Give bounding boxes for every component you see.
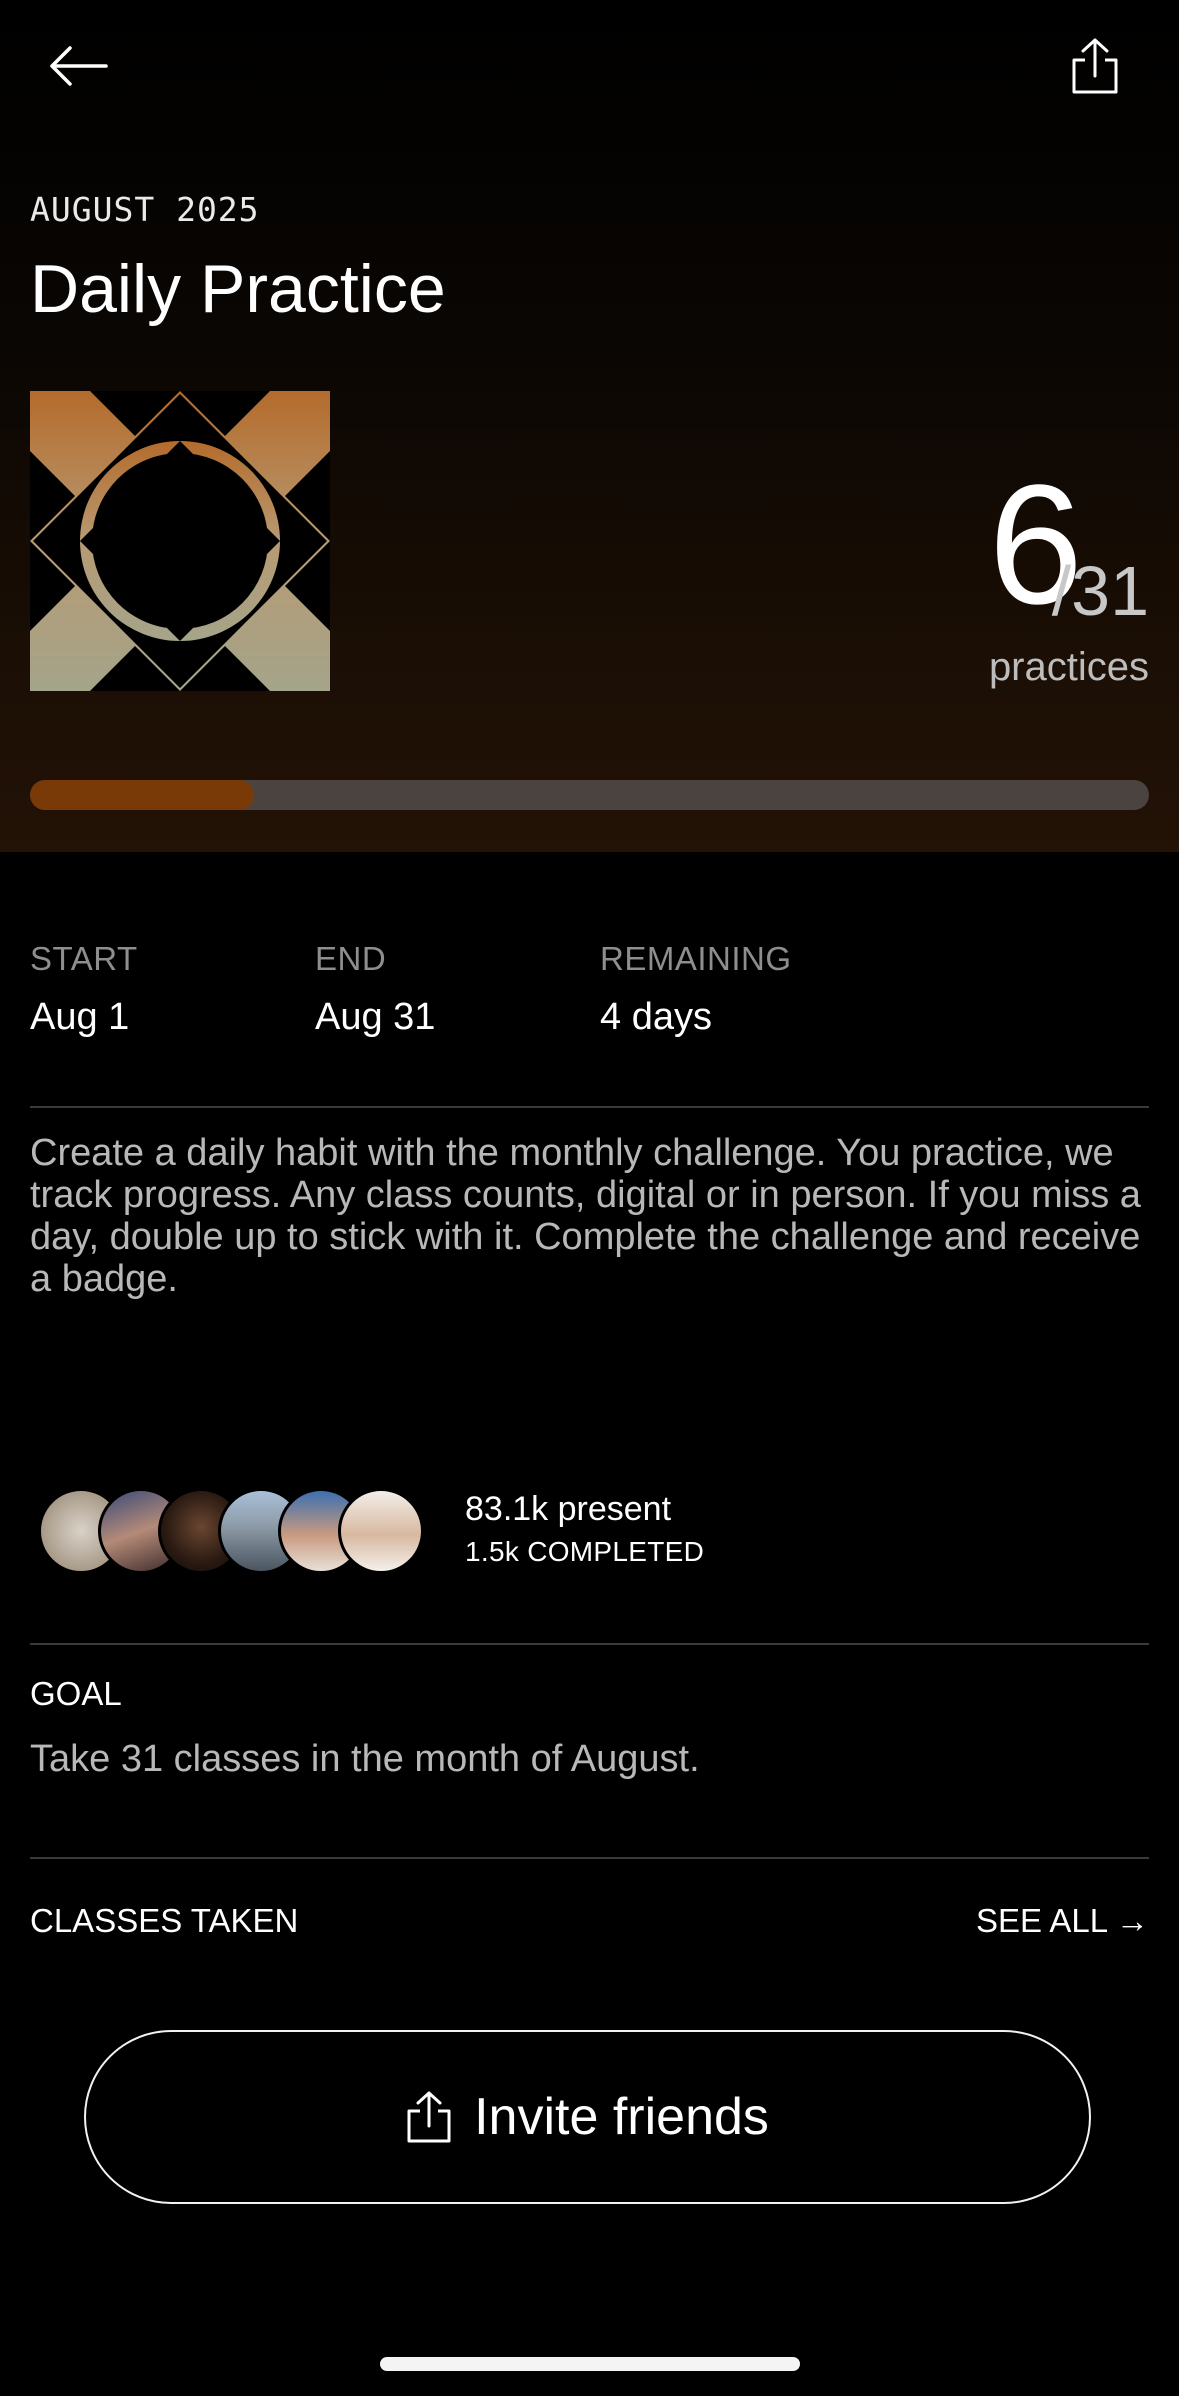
page-title: Daily Practice	[30, 251, 446, 327]
share-icon	[1072, 38, 1118, 94]
share-icon	[407, 2091, 451, 2143]
invite-friends-button[interactable]: Invite friends	[84, 2030, 1091, 2204]
remaining-label: REMAINING	[600, 940, 792, 977]
present-count: 83.1k present	[465, 1490, 672, 1528]
back-button[interactable]	[28, 16, 128, 116]
classes-taken-label: CLASSES TAKEN	[30, 1902, 299, 1939]
divider	[30, 1857, 1149, 1859]
remaining-days: REMAINING 4 days	[600, 940, 792, 1039]
arrow-left-icon	[50, 46, 108, 86]
avatar	[338, 1488, 424, 1574]
end-label: END	[315, 940, 387, 977]
participant-avatars[interactable]	[38, 1488, 428, 1574]
goal-label: GOAL	[30, 1675, 122, 1712]
progress-bar	[30, 780, 1149, 810]
challenge-artwork	[30, 391, 330, 691]
remaining-value: 4 days	[600, 996, 712, 1038]
challenge-month: AUGUST 2025	[30, 190, 260, 229]
progress-fill	[30, 780, 254, 810]
divider	[30, 1643, 1149, 1645]
start-value: Aug 1	[30, 996, 130, 1038]
start-label: START	[30, 940, 138, 977]
completed-participants: 1.5k COMPLETED	[465, 1536, 705, 1567]
invite-friends-label: Invite friends	[474, 2088, 769, 2146]
start-date: START Aug 1	[30, 940, 138, 1039]
divider	[30, 1106, 1149, 1108]
home-indicator[interactable]	[380, 2357, 800, 2371]
see-all-link[interactable]: SEE ALL →	[976, 1902, 1149, 1940]
total-count: /31	[1051, 552, 1149, 630]
end-value: Aug 31	[315, 996, 436, 1038]
share-button[interactable]	[1045, 16, 1145, 116]
count-unit: practices	[988, 645, 1149, 689]
goal-text: Take 31 classes in the month of August.	[30, 1738, 700, 1780]
end-date: END Aug 31	[315, 940, 435, 1039]
challenge-description: Create a daily habit with the monthly ch…	[30, 1132, 1141, 1300]
